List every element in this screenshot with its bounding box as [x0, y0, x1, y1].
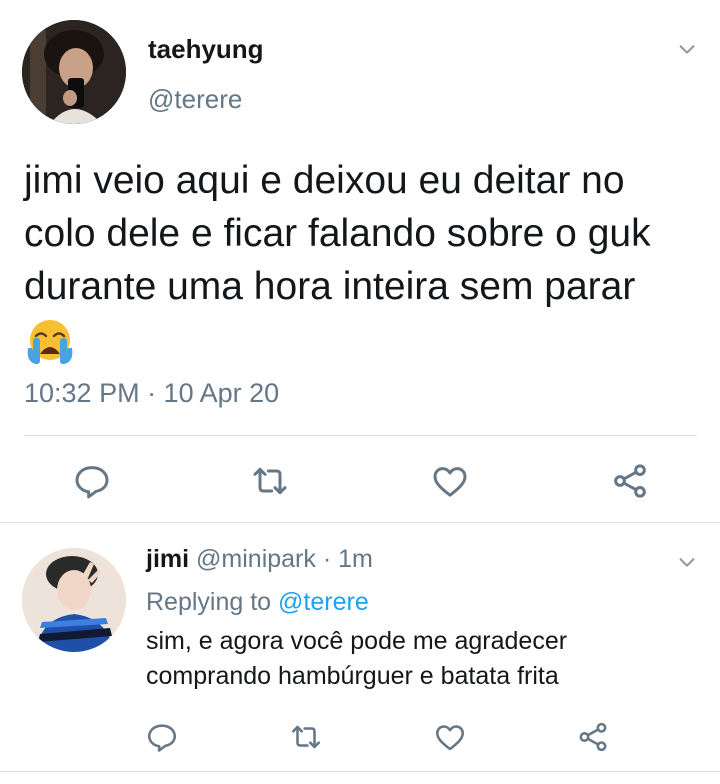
display-name[interactable]: taehyung: [148, 34, 264, 65]
tweet-separator: [0, 522, 720, 523]
chevron-down-icon[interactable]: [676, 551, 698, 573]
retweet-icon[interactable]: [250, 461, 290, 501]
replying-to: Replying to @terere: [146, 588, 369, 617]
reply-text: sim, e agora você pode me agradecer comp…: [146, 627, 568, 690]
tweet-text: jimi veio aqui e deixou eu deitar no col…: [24, 159, 651, 308]
share-icon[interactable]: [576, 720, 610, 754]
replying-label: Replying to: [146, 588, 279, 616]
display-name[interactable]: jimi: [146, 545, 189, 573]
profile-photo: [22, 548, 126, 652]
reply-icon[interactable]: [72, 461, 112, 501]
divider: [24, 435, 697, 436]
tweet-actions: [0, 456, 720, 506]
profile-photo: [22, 20, 126, 124]
retweet-icon[interactable]: [289, 720, 323, 754]
avatar[interactable]: [22, 20, 126, 124]
user-handle[interactable]: @terere: [148, 84, 242, 115]
avatar[interactable]: [22, 548, 126, 652]
share-icon[interactable]: [610, 461, 650, 501]
chevron-down-icon[interactable]: [676, 38, 698, 60]
like-icon[interactable]: [433, 720, 467, 754]
reply-header: jimi @minipark · 1m: [146, 545, 373, 574]
reply-icon[interactable]: [145, 720, 179, 754]
tweet-timestamp[interactable]: 10:32 PM · 10 Apr 20: [24, 378, 279, 409]
loudly-crying-face-icon: [24, 318, 76, 366]
reply-actions: [0, 718, 720, 758]
user-handle[interactable]: @minipark: [196, 545, 316, 573]
mention-link[interactable]: @terere: [278, 588, 369, 616]
divider: [0, 771, 720, 772]
reply-time: · 1m: [315, 545, 373, 573]
like-icon[interactable]: [430, 461, 470, 501]
